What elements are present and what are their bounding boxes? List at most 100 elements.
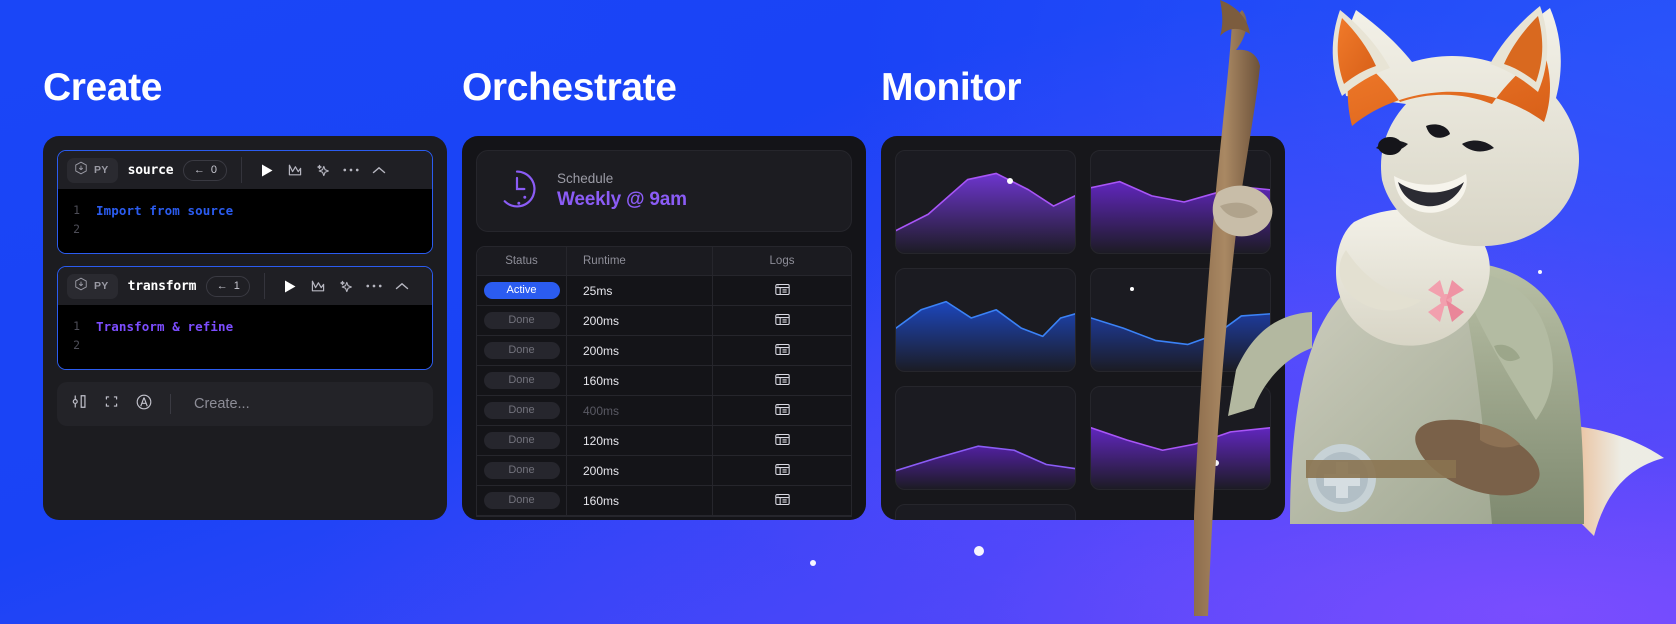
status-badge: Done bbox=[483, 342, 560, 359]
sparkline-chart bbox=[896, 387, 1075, 489]
table-row[interactable]: Done 120ms bbox=[477, 426, 851, 456]
logs-cell[interactable] bbox=[713, 456, 851, 485]
logs-icon[interactable] bbox=[774, 373, 790, 389]
sparkle-icon[interactable] bbox=[337, 277, 355, 295]
monitor-chart-card[interactable] bbox=[895, 150, 1076, 254]
logs-icon[interactable] bbox=[774, 493, 790, 509]
frame-icon[interactable] bbox=[103, 393, 120, 415]
language-label: PY bbox=[94, 280, 109, 292]
cell-code-body[interactable]: 1 Import from source 2 bbox=[58, 189, 432, 253]
logs-cell[interactable] bbox=[713, 366, 851, 395]
notebook-cell-source[interactable]: PY source ← 0 1 Import from source 2 bbox=[57, 150, 433, 254]
column-header-logs: Logs bbox=[713, 247, 851, 275]
logs-icon[interactable] bbox=[774, 313, 790, 329]
cell-name[interactable]: source bbox=[128, 163, 174, 178]
logs-cell[interactable] bbox=[713, 486, 851, 515]
language-label: PY bbox=[94, 164, 109, 176]
schedule-text: Schedule Weekly @ 9am bbox=[557, 171, 687, 211]
cell-actions bbox=[258, 161, 388, 179]
divider bbox=[264, 273, 266, 299]
monitor-chart-card[interactable] bbox=[895, 504, 1076, 520]
run-icon[interactable] bbox=[281, 277, 299, 295]
runtime-value: 400ms bbox=[583, 403, 620, 418]
language-badge[interactable]: PY bbox=[67, 157, 118, 183]
column-title-orchestrate: Orchestrate bbox=[462, 66, 677, 109]
table-row[interactable]: Done 200ms bbox=[477, 336, 851, 366]
logs-icon[interactable] bbox=[774, 463, 790, 479]
table-row[interactable]: Done 160ms bbox=[477, 486, 851, 516]
table-row[interactable]: Active 25ms bbox=[477, 276, 851, 306]
status-cell: Done bbox=[477, 366, 567, 395]
logs-icon[interactable] bbox=[774, 433, 790, 449]
code-line: 2 bbox=[58, 336, 432, 355]
star bbox=[810, 560, 816, 566]
runtime-cell: 25ms bbox=[567, 276, 713, 305]
collapse-icon[interactable] bbox=[370, 161, 388, 179]
run-icon[interactable] bbox=[258, 161, 276, 179]
status-badge: Done bbox=[483, 462, 560, 479]
code-line: 1 Import from source bbox=[58, 201, 432, 220]
cell-name[interactable]: transform bbox=[128, 279, 197, 294]
column-header-runtime-label: Runtime bbox=[583, 255, 626, 267]
logs-icon[interactable] bbox=[774, 343, 790, 359]
status-cell: Done bbox=[477, 396, 567, 425]
status-badge: Active bbox=[483, 282, 560, 299]
logs-cell[interactable] bbox=[713, 426, 851, 455]
logs-cell[interactable] bbox=[713, 336, 851, 365]
monitor-chart-card[interactable] bbox=[895, 386, 1076, 490]
status-cell: Done bbox=[477, 426, 567, 455]
runtime-cell: 200ms bbox=[567, 336, 713, 365]
arrow-left-icon: ← bbox=[193, 163, 205, 176]
dependency-chip[interactable]: ← 1 bbox=[206, 275, 251, 297]
logs-cell[interactable] bbox=[713, 396, 851, 425]
collapse-icon[interactable] bbox=[393, 277, 411, 295]
divider bbox=[241, 157, 243, 183]
sparkline-chart bbox=[896, 269, 1075, 371]
more-icon[interactable] bbox=[342, 161, 360, 179]
runtime-cell: 160ms bbox=[567, 366, 713, 395]
more-icon[interactable] bbox=[365, 277, 383, 295]
status-cell: Done bbox=[477, 486, 567, 515]
column-title-create: Create bbox=[43, 66, 162, 109]
sliders-icon[interactable] bbox=[71, 393, 88, 415]
logs-icon[interactable] bbox=[774, 403, 790, 419]
cell-code-body[interactable]: 1 Transform & refine 2 bbox=[58, 305, 432, 369]
code-line: 2 bbox=[58, 220, 432, 239]
schedule-label: Schedule bbox=[557, 171, 614, 186]
column-title-monitor: Monitor bbox=[881, 66, 1022, 109]
runtime-value: 25ms bbox=[583, 283, 613, 298]
runtime-value: 120ms bbox=[583, 433, 620, 448]
table-row[interactable]: Done 160ms bbox=[477, 366, 851, 396]
runtime-cell: 200ms bbox=[567, 306, 713, 335]
create-prompt-placeholder[interactable]: Create... bbox=[194, 396, 250, 412]
status-cell: Done bbox=[477, 456, 567, 485]
anthropic-icon[interactable] bbox=[135, 393, 153, 416]
table-header-row: Status Runtime Logs bbox=[477, 247, 851, 276]
status-cell: Done bbox=[477, 306, 567, 335]
chart-icon[interactable] bbox=[309, 277, 327, 295]
table-row[interactable]: Done 200ms bbox=[477, 306, 851, 336]
runtime-value: 160ms bbox=[583, 373, 620, 388]
logs-cell[interactable] bbox=[713, 276, 851, 305]
dependency-count: 0 bbox=[210, 164, 217, 176]
runtime-value: 160ms bbox=[583, 493, 620, 508]
runtime-cell: 200ms bbox=[567, 456, 713, 485]
monitor-chart-card[interactable] bbox=[895, 268, 1076, 372]
notebook-cell-transform[interactable]: PY transform ← 1 1 Transform & refine 2 bbox=[57, 266, 433, 370]
cell-header: PY source ← 0 bbox=[58, 151, 432, 189]
logs-cell[interactable] bbox=[713, 306, 851, 335]
chart-icon[interactable] bbox=[286, 161, 304, 179]
dependency-chip[interactable]: ← 0 bbox=[183, 159, 228, 181]
line-number: 2 bbox=[73, 222, 80, 236]
sparkle-icon[interactable] bbox=[314, 161, 332, 179]
create-prompt-bar[interactable]: Create... bbox=[57, 382, 433, 426]
schedule-card[interactable]: Schedule Weekly @ 9am bbox=[476, 150, 852, 232]
runtime-value: 200ms bbox=[583, 343, 620, 358]
logs-icon[interactable] bbox=[774, 283, 790, 299]
python-package-icon bbox=[74, 161, 88, 180]
table-row[interactable]: Done 400ms bbox=[477, 396, 851, 426]
orchestrate-panel: Schedule Weekly @ 9am Status Runtime Log… bbox=[462, 136, 866, 520]
runtime-cell: 160ms bbox=[567, 486, 713, 515]
language-badge[interactable]: PY bbox=[67, 273, 118, 299]
table-row[interactable]: Done 200ms bbox=[477, 456, 851, 486]
